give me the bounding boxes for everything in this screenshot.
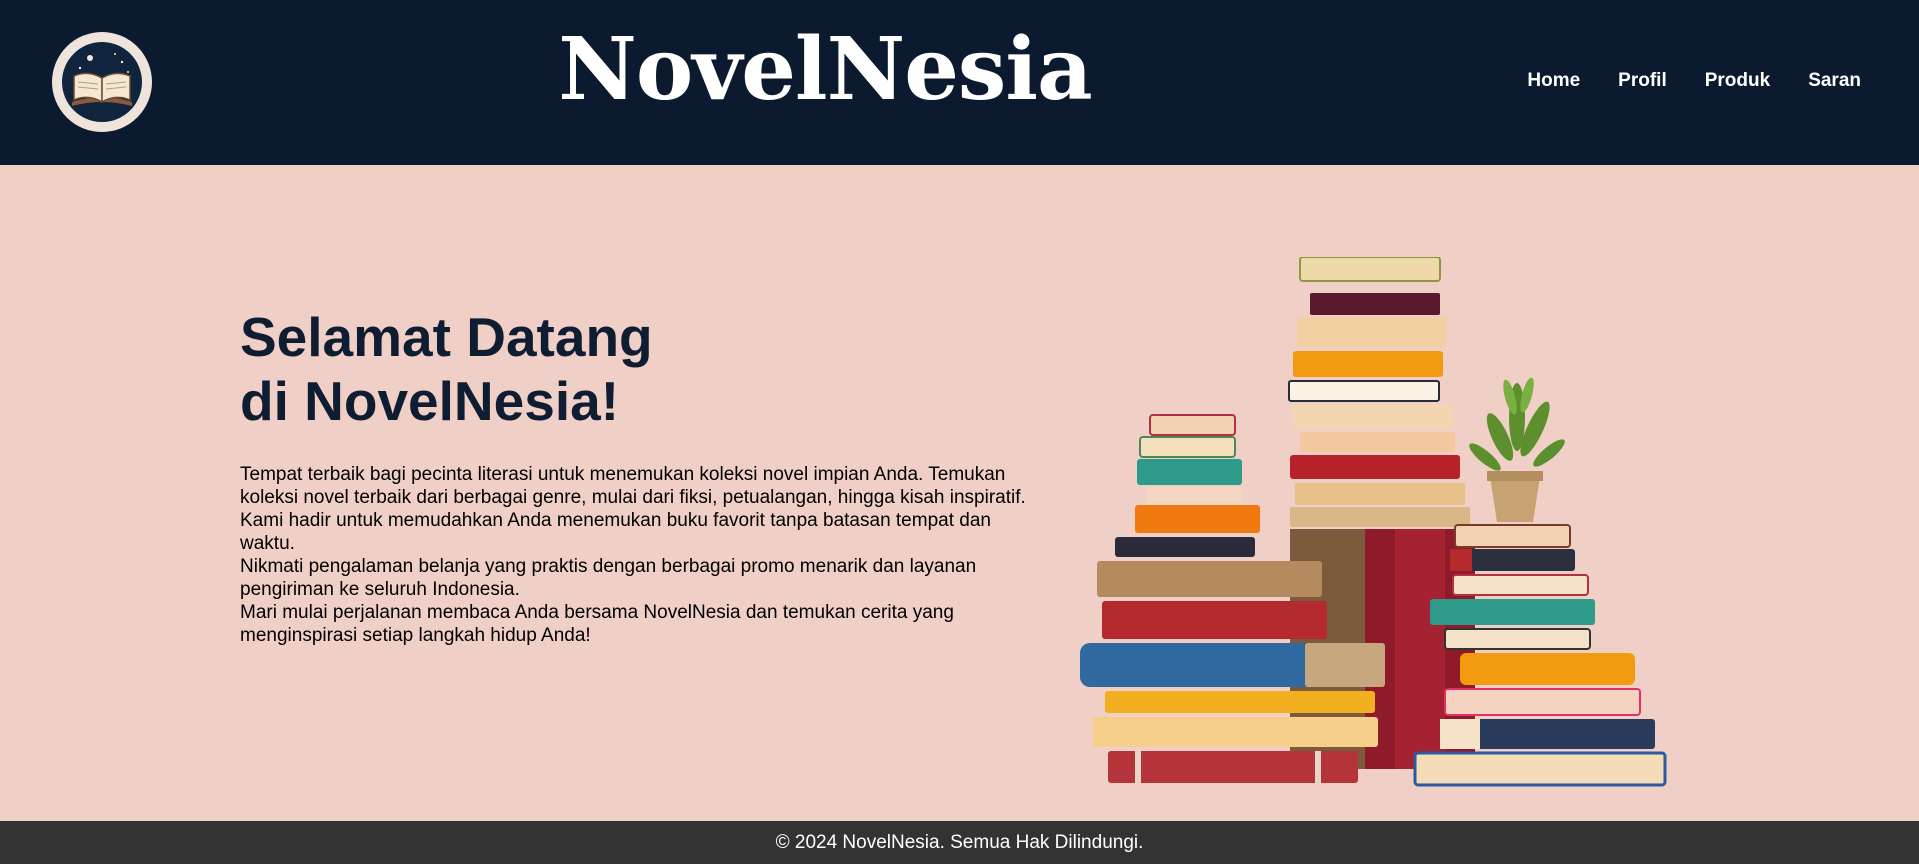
nav-produk-link[interactable]: Produk <box>1705 70 1770 92</box>
nav-home-link[interactable]: Home <box>1527 70 1580 92</box>
book-stack-illustration <box>1080 257 1667 787</box>
potted-plant-illustration <box>1469 377 1565 522</box>
hero-title-line2: di NovelNesia! <box>240 370 620 432</box>
hero-paragraph-2: Nikmati pengalaman belanja yang praktis … <box>240 556 977 600</box>
nav-saran-link[interactable]: Saran <box>1808 70 1861 92</box>
nav-profil-link[interactable]: Profil <box>1618 70 1667 92</box>
site-header: NovelNesia Home Profil Produk Saran <box>0 0 1919 165</box>
copyright-text: © 2024 NovelNesia. Semua Hak Dilindungi. <box>775 832 1144 853</box>
hero-paragraph-3: Mari mulai perjalanan membaca Anda bersa… <box>240 602 954 646</box>
site-title: NovelNesia <box>558 19 1092 120</box>
hero-description: Tempat terbaik bagi pecinta literasi unt… <box>240 463 1030 647</box>
main-nav: Home Profil Produk Saran <box>1489 70 1861 92</box>
hero-section: Selamat Datang di NovelNesia! Tempat ter… <box>0 165 1919 821</box>
hero-paragraph-1: Tempat terbaik bagi pecinta literasi unt… <box>240 464 1026 554</box>
site-footer: © 2024 NovelNesia. Semua Hak Dilindungi. <box>0 821 1919 864</box>
hero-title-line1: Selamat Datang <box>240 306 653 368</box>
hero-title: Selamat Datang di NovelNesia! <box>240 305 653 433</box>
